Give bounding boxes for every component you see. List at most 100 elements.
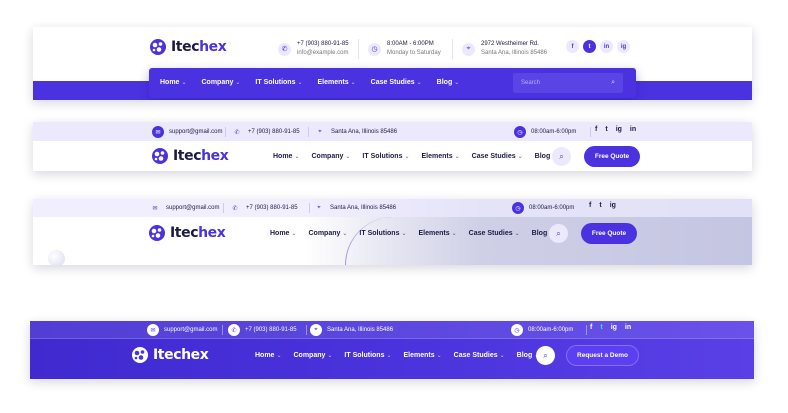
logo[interactable]: Itechex <box>151 147 229 165</box>
logo[interactable]: Itechex <box>148 224 226 242</box>
map-pin-icon: ⌖ <box>318 128 322 135</box>
topbar-phone[interactable]: ✆ +7 (903) 880-91-85 <box>228 324 297 336</box>
search-icon[interactable]: ⌕ <box>611 79 615 87</box>
topbar-phone[interactable]: ✆ +7 (903) 880-91-85 <box>231 126 299 138</box>
nav-company-label: Company <box>308 230 341 237</box>
linkedin-icon[interactable]: in <box>600 40 613 53</box>
address-block: ⌖ 2972 Westheimer Rd. Santa Ana, Illinoi… <box>462 40 547 58</box>
divider <box>222 325 223 335</box>
nav-case-studies[interactable]: Case Studies ⌄ <box>454 352 505 359</box>
twitter-icon[interactable]: t <box>599 202 601 209</box>
linkedin-icon[interactable]: in <box>625 324 631 331</box>
nav-it-solutions[interactable]: IT Solutions ⌄ <box>359 230 406 237</box>
mail-icon: ✉ <box>152 126 164 138</box>
nav-home[interactable]: Home ⌄ <box>255 352 281 359</box>
header-style-1: Itechex ✆ +7 (903) 880-91-85 info@exampl… <box>33 27 752 100</box>
nav-elements[interactable]: Elements ⌄ <box>422 153 460 160</box>
logo[interactable]: Itechex <box>149 38 227 56</box>
nav-case-studies[interactable]: Case Studies ⌄ <box>371 79 422 86</box>
request-demo-button[interactable]: Request a Demo <box>566 345 639 366</box>
nav-blog-label: Blog <box>531 230 548 237</box>
nav-company[interactable]: Company ⌄ <box>201 79 240 86</box>
instagram-icon[interactable]: ig <box>611 324 617 331</box>
nav-company[interactable]: Company ⌄ <box>293 352 332 359</box>
twitter-icon[interactable]: t <box>605 126 607 133</box>
phone-text[interactable]: +7 (903) 880-91-85 <box>297 40 349 49</box>
nav-it-solutions[interactable]: IT Solutions ⌄ <box>255 79 302 86</box>
nav-blog-label: Blog <box>516 352 533 359</box>
search-icon[interactable]: ⌕ <box>549 224 568 243</box>
divider <box>586 325 587 335</box>
chevron-down-icon: ⌄ <box>181 80 187 86</box>
logo-text-suffix: hex <box>199 39 227 55</box>
divider <box>308 127 309 137</box>
instagram-icon[interactable]: ig <box>617 40 630 53</box>
nav-elements-label: Elements <box>421 153 453 160</box>
header-style-4: ✉ support@gmail.com ✆ +7 (903) 880-91-85… <box>30 321 754 379</box>
phone-icon: ✆ <box>228 324 240 336</box>
logo-text-prefix: Itec <box>153 347 182 363</box>
free-quote-button[interactable]: Free Quote <box>584 146 640 167</box>
chevron-down-icon: ⌄ <box>499 353 505 359</box>
twitter-icon[interactable]: t <box>600 324 602 331</box>
topbar-hours: ◷ 08:00am-6:00pm <box>514 126 576 138</box>
decorative-arc <box>345 217 495 265</box>
topbar-phone[interactable]: ✆ +7 (903) 880-91-85 <box>229 202 297 214</box>
chevron-down-icon: ⌄ <box>404 154 410 160</box>
topbar-address-text: Santa Ana, Illinois 85486 <box>331 129 398 135</box>
nav-elements[interactable]: Elements ⌄ <box>318 79 356 86</box>
nav-home[interactable]: Home ⌄ <box>160 79 186 86</box>
facebook-icon[interactable]: f <box>590 324 592 331</box>
divider <box>225 127 226 137</box>
chevron-down-icon: ⌄ <box>451 231 457 237</box>
free-quote-button[interactable]: Free Quote <box>581 223 637 244</box>
topbar-address-text: Santa Ana, Illinois 85486 <box>327 327 394 333</box>
nav-home[interactable]: Home ⌄ <box>273 153 299 160</box>
nav-home-label: Home <box>255 352 275 359</box>
nav-company[interactable]: Company ⌄ <box>308 230 347 237</box>
email-text[interactable]: info@example.com <box>297 49 349 58</box>
logo-icon <box>148 224 166 242</box>
chevron-down-icon: ⌄ <box>454 154 460 160</box>
phone-icon: ✆ <box>232 205 238 212</box>
nav-it-solutions[interactable]: IT Solutions ⌄ <box>344 352 391 359</box>
search-icon[interactable]: ⌕ <box>552 147 571 166</box>
nav-company[interactable]: Company ⌄ <box>311 153 350 160</box>
nav-case-studies[interactable]: Case Studies ⌄ <box>472 153 523 160</box>
topbar-address: ⌖ Santa Ana, Illinois 85486 <box>310 324 393 336</box>
logo-text-suffix: hex <box>198 225 226 241</box>
twitter-icon[interactable]: t <box>583 40 596 53</box>
logo-icon <box>151 147 169 165</box>
nav-blog[interactable]: Blog⌄ <box>437 79 460 86</box>
facebook-icon[interactable]: f <box>595 126 597 133</box>
search-icon[interactable]: ⌕ <box>536 346 555 365</box>
topbar-hours-text: 08:00am-6:00pm <box>529 205 575 211</box>
topbar-address: ⌖ Santa Ana, Illinois 85486 <box>314 126 397 138</box>
nav-elements-label: Elements <box>317 79 349 86</box>
contact-phone-block: ✆ +7 (903) 880-91-85 info@example.com <box>278 40 349 58</box>
nav-it-solutions-label: IT Solutions <box>255 79 296 86</box>
nav-case-studies[interactable]: Case Studies ⌄ <box>469 230 520 237</box>
divider <box>358 39 359 59</box>
topbar-email[interactable]: ✉ support@gmail.com <box>147 324 217 336</box>
nav-home[interactable]: Home ⌄ <box>270 230 296 237</box>
nav-elements[interactable]: Elements ⌄ <box>404 352 442 359</box>
chevron-down-icon: ⌄ <box>291 231 297 237</box>
linkedin-icon[interactable]: in <box>630 126 636 133</box>
facebook-icon[interactable]: f <box>589 202 591 209</box>
topbar-email[interactable]: ✉ support@gmail.com <box>149 202 219 214</box>
divider <box>306 325 307 335</box>
topbar-email[interactable]: ✉ support@gmail.com <box>152 126 222 138</box>
instagram-icon[interactable]: ig <box>616 126 622 133</box>
nav-elements[interactable]: Elements ⌄ <box>419 230 457 237</box>
address-line1: 2972 Westheimer Rd. <box>481 41 539 47</box>
nav-it-solutions[interactable]: IT Solutions ⌄ <box>362 153 409 160</box>
facebook-icon[interactable]: f <box>566 40 579 53</box>
instagram-icon[interactable]: ig <box>610 202 616 209</box>
hours-block: ◷ 8:00AM - 6:00PM Monday to Saturday <box>368 40 441 58</box>
search-box[interactable]: Search ⌕ <box>513 73 623 93</box>
logo[interactable]: Itechex <box>131 346 209 364</box>
divider <box>452 39 453 59</box>
chevron-down-icon: ⌄ <box>345 154 351 160</box>
chevron-down-icon: ⌄ <box>276 353 282 359</box>
